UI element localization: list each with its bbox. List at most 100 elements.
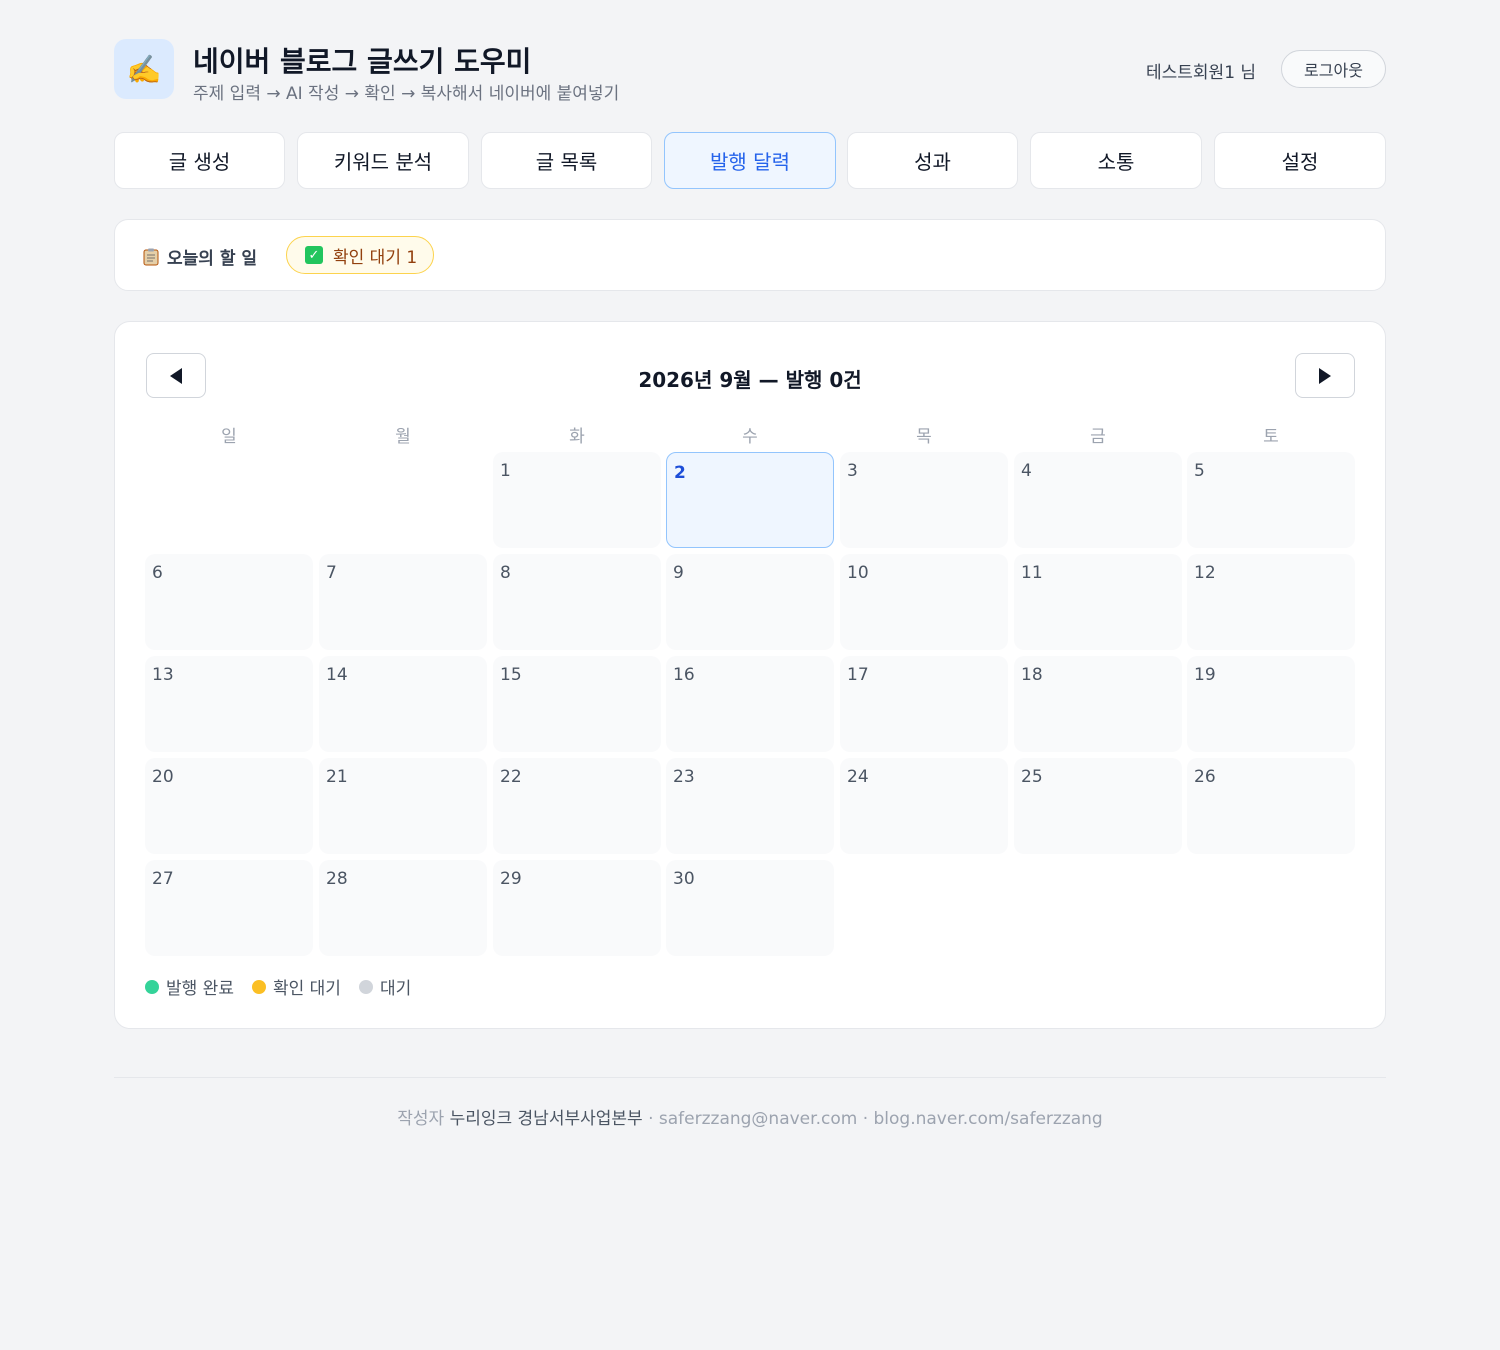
- legend-label-published: 발행 완료: [166, 979, 234, 999]
- logout-button[interactable]: 로그아웃: [1281, 50, 1386, 88]
- legend-label-pending: 확인 대기: [272, 979, 341, 999]
- calendar-day[interactable]: 9: [666, 554, 834, 650]
- calendar-day[interactable]: 16: [666, 656, 834, 752]
- legend-label-waiting: 대기: [379, 979, 412, 999]
- calendar-day[interactable]: 8: [493, 554, 661, 650]
- calendar-day[interactable]: 12: [1187, 554, 1355, 650]
- calendar-day[interactable]: 3: [840, 452, 1008, 548]
- weekday-label: 금: [1090, 427, 1106, 447]
- calendar-day[interactable]: 17: [840, 656, 1008, 752]
- weekday-label: 화: [569, 427, 585, 447]
- weekday-label: 월: [395, 427, 411, 447]
- footer: 작성자 누리잉크 경남서부사업본부 · saferzzang@naver.com…: [0, 1104, 1500, 1129]
- tab-communication[interactable]: 소통: [1030, 132, 1202, 189]
- day-number: 28: [326, 869, 348, 889]
- weekday-label: 수: [742, 427, 758, 447]
- calendar-day[interactable]: 1: [493, 452, 661, 548]
- calendar-day[interactable]: 24: [840, 758, 1008, 854]
- calendar-day[interactable]: 14: [319, 656, 487, 752]
- calendar-day[interactable]: 11: [1014, 554, 1182, 650]
- weekday-label: 토: [1263, 427, 1279, 447]
- next-month-button[interactable]: [1295, 353, 1355, 398]
- legend-item-pending: 확인 대기: [251, 974, 341, 999]
- day-number: 5: [1194, 461, 1205, 481]
- calendar-day[interactable]: 21: [319, 758, 487, 854]
- day-number: 22: [500, 767, 522, 787]
- arrow-right-icon: [1319, 367, 1331, 384]
- calendar-day[interactable]: 6: [145, 554, 313, 650]
- calendar-day[interactable]: 4: [1014, 452, 1182, 548]
- day-number: 23: [673, 767, 695, 787]
- day-number: 26: [1194, 767, 1216, 787]
- day-number: 9: [673, 563, 684, 583]
- calendar-day[interactable]: 5: [1187, 452, 1355, 548]
- day-number: 20: [152, 767, 174, 787]
- calendar-day[interactable]: 15: [493, 656, 661, 752]
- footer-email[interactable]: · saferzzang@naver.com: [648, 1109, 857, 1129]
- day-number: 2: [674, 463, 686, 483]
- legend-item-published: 발행 완료: [145, 974, 234, 999]
- tab-post-list[interactable]: 글 목록: [481, 132, 652, 189]
- day-number: 18: [1021, 665, 1043, 685]
- day-number: 24: [847, 767, 869, 787]
- footer-author: 누리잉크 경남서부사업본부: [449, 1109, 643, 1129]
- weekday-label: 일: [221, 427, 237, 447]
- day-number: 7: [326, 563, 337, 583]
- weekday-label: 목: [916, 427, 932, 447]
- day-number: 16: [673, 665, 695, 685]
- tab-settings[interactable]: 설정: [1214, 132, 1386, 189]
- calendar-day[interactable]: 7: [319, 554, 487, 650]
- day-number: 4: [1021, 461, 1032, 481]
- legend-item-waiting: 대기: [358, 974, 412, 999]
- calendar-day[interactable]: 23: [666, 758, 834, 854]
- user-name: 테스트회원1 님: [1146, 63, 1257, 83]
- day-number: 8: [500, 563, 511, 583]
- waiting-dot-icon: [358, 979, 373, 994]
- day-number: 27: [152, 869, 174, 889]
- calendar-day[interactable]: 27: [145, 860, 313, 956]
- pending-dot-icon: [251, 979, 266, 994]
- footer-prefix: 작성자: [397, 1109, 445, 1129]
- calendar-day[interactable]: 30: [666, 860, 834, 956]
- day-number: 1: [500, 461, 511, 481]
- tab-performance[interactable]: 성과: [847, 132, 1018, 189]
- calendar-day[interactable]: 13: [145, 656, 313, 752]
- calendar-day[interactable]: 19: [1187, 656, 1355, 752]
- calendar-day[interactable]: 10: [840, 554, 1008, 650]
- day-number: 13: [152, 665, 174, 685]
- calendar-day[interactable]: 26: [1187, 758, 1355, 854]
- day-number: 25: [1021, 767, 1043, 787]
- check-icon: ✓: [305, 246, 323, 264]
- calendar-day[interactable]: 25: [1014, 758, 1182, 854]
- day-number: 30: [673, 869, 695, 889]
- day-number: 6: [152, 563, 163, 583]
- today-label-text: 오늘의 할 일: [167, 249, 258, 269]
- day-number: 29: [500, 869, 522, 889]
- tab-publish-calendar[interactable]: 발행 달력: [664, 132, 836, 189]
- calendar-day-today[interactable]: 2: [666, 452, 834, 548]
- pending-review-text: 확인 대기 1: [333, 247, 418, 268]
- app-logo-icon: ✍️: [114, 39, 174, 99]
- calendar-day[interactable]: 28: [319, 860, 487, 956]
- app-title: 네이버 블로그 글쓰기 도우미: [193, 45, 532, 78]
- day-number: 12: [1194, 563, 1216, 583]
- app-root: ✍️ 네이버 블로그 글쓰기 도우미 주제 입력 → AI 작성 → 확인 → …: [0, 0, 1500, 1350]
- day-number: 21: [326, 767, 348, 787]
- tab-generate[interactable]: 글 생성: [114, 132, 285, 189]
- day-number: 14: [326, 665, 348, 685]
- calendar-day[interactable]: 18: [1014, 656, 1182, 752]
- calendar-day[interactable]: 20: [145, 758, 313, 854]
- clipboard-icon: [143, 248, 159, 265]
- footer-blog-link[interactable]: · blog.naver.com/saferzzang: [863, 1109, 1103, 1129]
- today-tasks-card: 오늘의 할 일 ✓ 확인 대기 1: [114, 219, 1386, 291]
- calendar-title: 2026년 9월 — 발행 0건: [638, 368, 862, 392]
- writing-hand-icon: ✍️: [126, 52, 162, 86]
- day-number: 17: [847, 665, 869, 685]
- calendar-day[interactable]: 22: [493, 758, 661, 854]
- published-dot-icon: [145, 979, 159, 994]
- tab-keyword-analysis[interactable]: 키워드 분석: [297, 132, 469, 189]
- today-label: 오늘의 할 일: [143, 244, 257, 269]
- calendar-card: 2026년 9월 — 발행 0건 일월화수목금토 1 2 3 4 5 6 7 8 9 10 11 12…: [114, 321, 1386, 1029]
- calendar-day[interactable]: 29: [493, 860, 661, 956]
- pending-review-badge[interactable]: ✓ 확인 대기 1: [286, 236, 435, 274]
